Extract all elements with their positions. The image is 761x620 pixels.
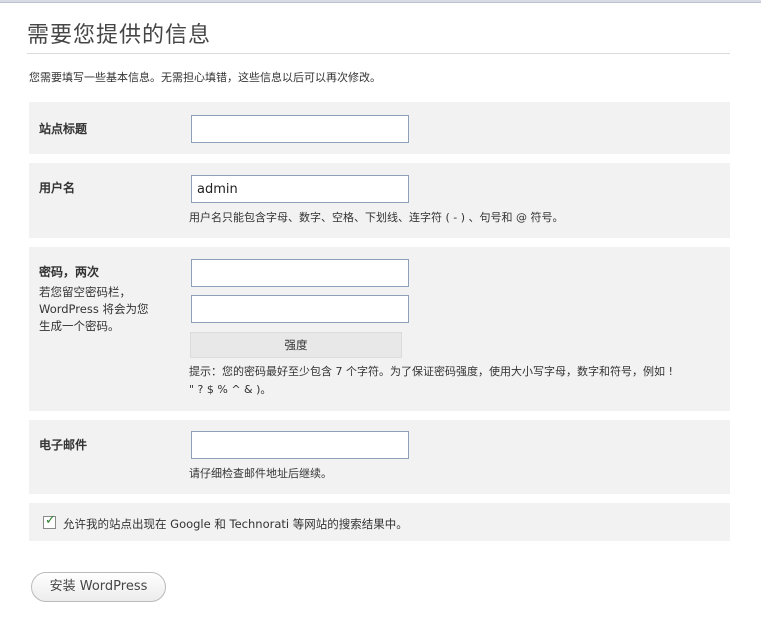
install-button[interactable]: 安装 WordPress: [31, 572, 166, 602]
password-strength-indicator: 强度: [190, 332, 402, 358]
password-input-2[interactable]: [191, 295, 409, 323]
site-title-label: 站点标题: [39, 122, 88, 136]
password-sublabel-line1: 若您留空密码栏，: [39, 285, 131, 299]
password-input-1[interactable]: [191, 259, 409, 287]
intro-text: 您需要填写一些基本信息。无需担心填错，这些信息以后可以再次修改。: [29, 71, 381, 84]
email-label: 电子邮件: [39, 438, 88, 452]
password-hint: 提示：您的密码最好至少包含 7 个字符。为了保证密码强度，使用大小写字母，数字和…: [189, 363, 729, 399]
password-row: 密码，两次 若您留空密码栏， WordPress 将会为您 生成一个密码。 强度…: [29, 247, 730, 411]
username-help: 用户名只能包含字母、数字、空格、下划线、连字符 ( - ) 、句号和 @ 符号。: [189, 211, 564, 224]
page-title: 需要您提供的信息: [27, 23, 212, 48]
password-sublabel-line3: 生成一个密码。: [39, 319, 120, 333]
password-hint-line2: " ? $ % ^ & )。: [189, 383, 272, 396]
checkmark-icon: ✓: [45, 513, 56, 528]
privacy-label[interactable]: 允许我的站点出现在 Google 和 Technorati 等网站的搜索结果中。: [63, 516, 408, 532]
password-label: 密码，两次: [39, 265, 100, 279]
site-title-row: 站点标题: [29, 102, 730, 154]
username-row: 用户名 用户名只能包含字母、数字、空格、下划线、连字符 ( - ) 、句号和 @…: [29, 163, 730, 238]
email-input[interactable]: [191, 431, 409, 459]
privacy-checkbox[interactable]: ✓: [43, 513, 56, 529]
password-hint-line1: 提示：您的密码最好至少包含 7 个字符。为了保证密码强度，使用大小写字母，数字和…: [189, 365, 673, 378]
password-sublabel: 若您留空密码栏， WordPress 将会为您 生成一个密码。: [39, 284, 169, 335]
username-label: 用户名: [39, 181, 76, 195]
email-help: 请仔细检查邮件地址后继续。: [189, 467, 332, 480]
site-title-input[interactable]: [191, 115, 409, 143]
password-sublabel-line2: WordPress 将会为您: [39, 302, 149, 316]
top-border: [0, 0, 761, 3]
username-input[interactable]: [191, 175, 409, 203]
privacy-row: ✓ 允许我的站点出现在 Google 和 Technorati 等网站的搜索结果…: [29, 503, 730, 541]
email-row: 电子邮件 请仔细检查邮件地址后继续。: [29, 420, 730, 494]
title-divider: [27, 53, 730, 54]
